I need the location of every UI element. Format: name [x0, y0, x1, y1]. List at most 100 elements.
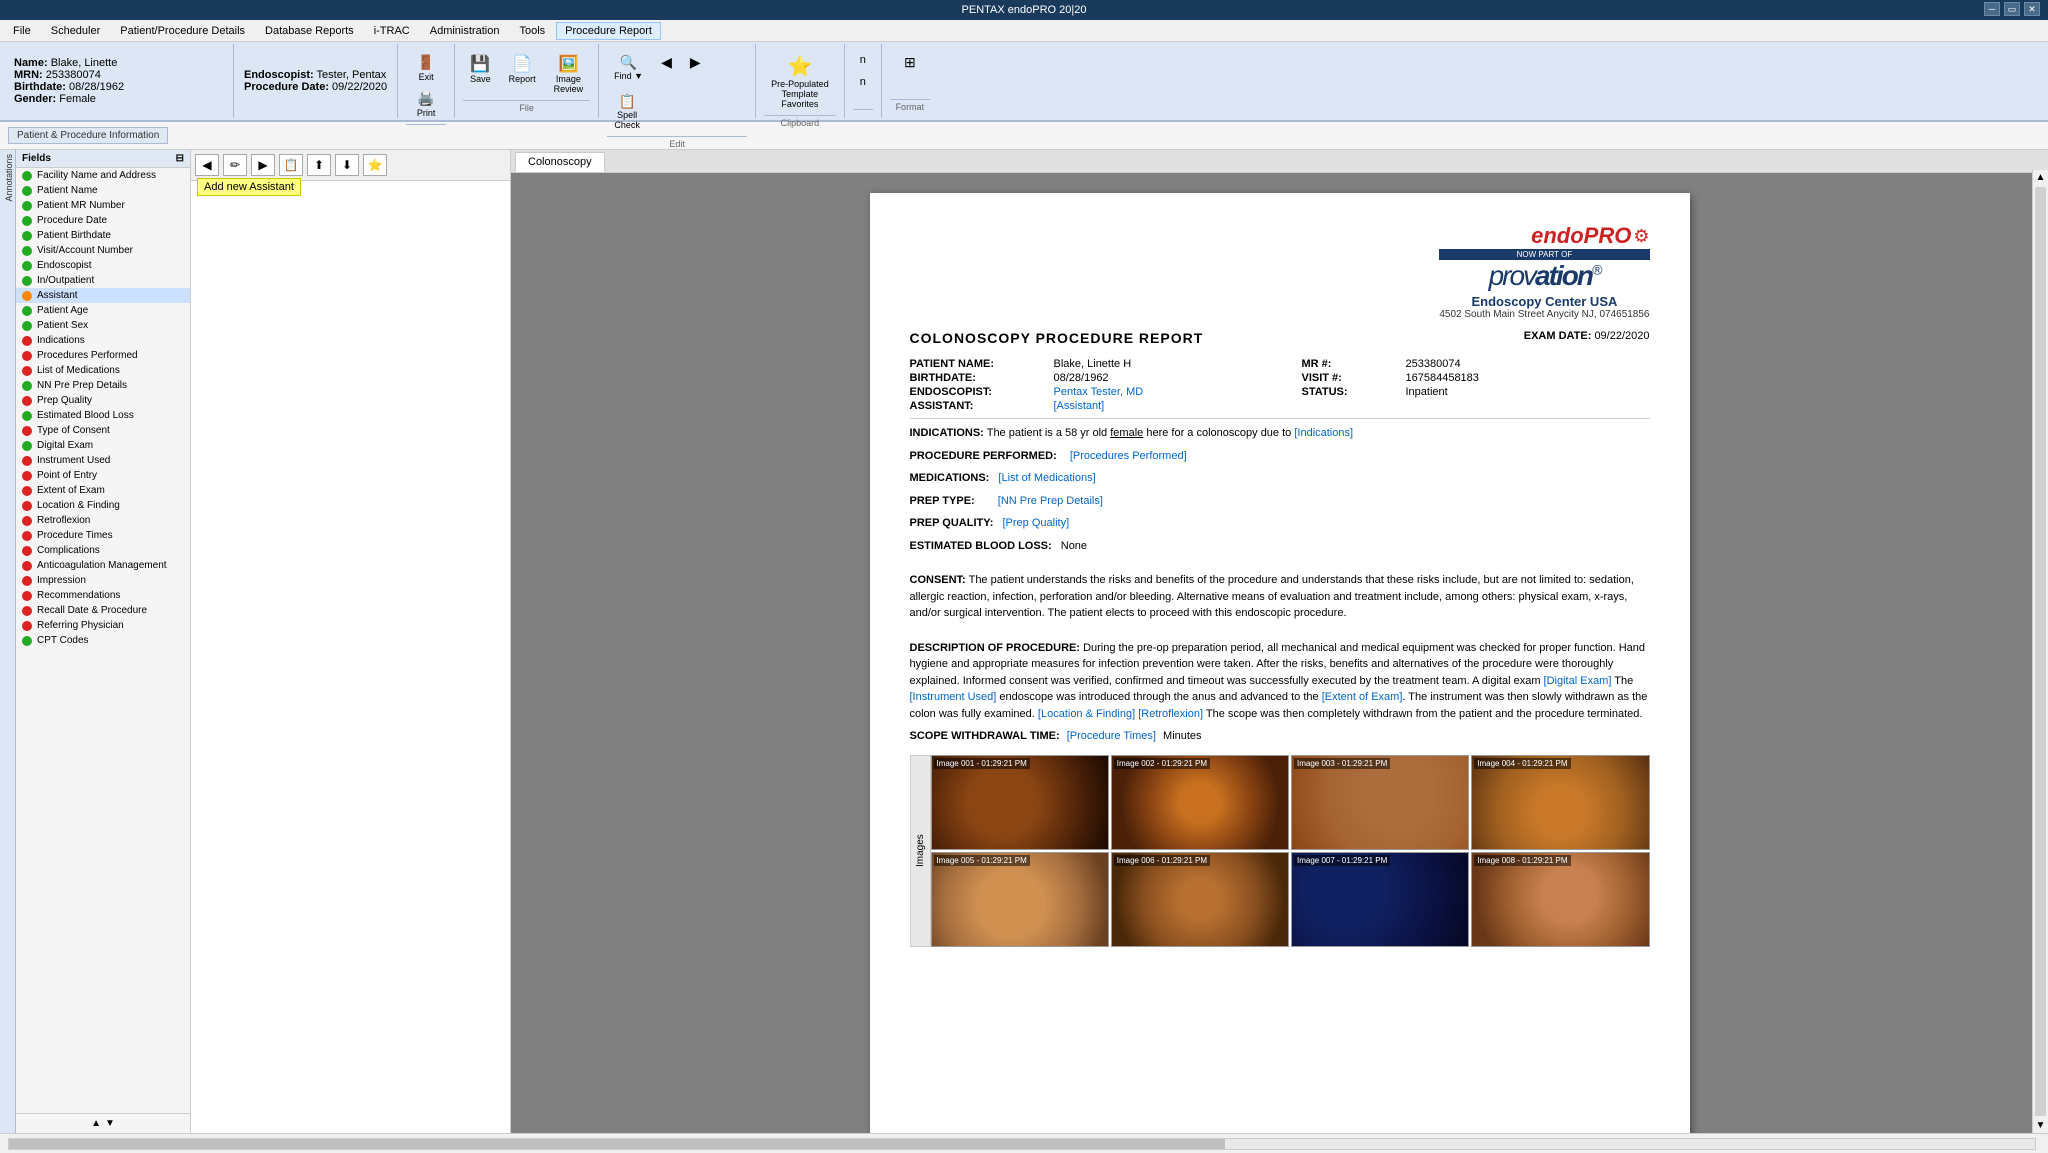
field-point-of-entry[interactable]: Point of Entry [16, 468, 190, 483]
field-patient-name[interactable]: Patient Name [16, 183, 190, 198]
indications-section: INDICATIONS: The patient is a 58 yr old … [910, 425, 1650, 442]
field-prep-quality[interactable]: Prep Quality [16, 393, 190, 408]
field-impression[interactable]: Impression [16, 573, 190, 588]
field-list-medications[interactable]: List of Medications [16, 363, 190, 378]
image-8[interactable]: Image 008 - 01:29:21 PM [1471, 852, 1649, 947]
field-complications[interactable]: Complications [16, 543, 190, 558]
field-facility[interactable]: Facility Name and Address [16, 168, 190, 183]
horizontal-scroll-thumb[interactable] [9, 1139, 1225, 1149]
field-patient-birthdate[interactable]: Patient Birthdate [16, 228, 190, 243]
menu-procedure-report[interactable]: Procedure Report [556, 22, 661, 40]
dot-patient-name [22, 186, 32, 196]
prep-type-section: PREP TYPE: [NN Pre Prep Details] [910, 493, 1650, 510]
field-referring-physician[interactable]: Referring Physician [16, 618, 190, 633]
spell-check-button[interactable]: 📋 SpellCheck [607, 89, 647, 134]
dot-procedure-times [22, 531, 32, 541]
dot-nn-prep [22, 381, 32, 391]
image-3[interactable]: Image 003 - 01:29:21 PM [1291, 755, 1469, 850]
field-patient-mr[interactable]: Patient MR Number [16, 198, 190, 213]
move-up-button[interactable]: ⬆ [307, 154, 331, 176]
field-retroflexion[interactable]: Retroflexion [16, 513, 190, 528]
field-visit-account[interactable]: Visit/Account Number [16, 243, 190, 258]
field-recall-date[interactable]: Recall Date & Procedure [16, 603, 190, 618]
format-n1-button[interactable]: n [853, 50, 873, 70]
field-type-consent[interactable]: Type of Consent [16, 423, 190, 438]
back-button[interactable]: ◀ [654, 50, 679, 85]
nav-forward-button[interactable]: ▶ [251, 154, 275, 176]
save-button[interactable]: 💾 Save [463, 50, 498, 98]
birthdate-value: 08/28/1962 [69, 81, 124, 93]
print-button[interactable]: 🖨️ Print [406, 86, 446, 122]
menu-tools[interactable]: Tools [510, 22, 554, 40]
field-instrument-used[interactable]: Instrument Used [16, 453, 190, 468]
field-procedures-performed[interactable]: Procedures Performed [16, 348, 190, 363]
image-1[interactable]: Image 001 - 01:29:21 PM [931, 755, 1109, 850]
field-patient-age[interactable]: Patient Age [16, 303, 190, 318]
forward-button[interactable]: ▶ [683, 50, 708, 85]
fields-header: Fields ⊟ [16, 150, 190, 168]
endo-pro-line: endoPRO ⚙ [1439, 223, 1649, 249]
star-button[interactable]: ⭐ [363, 154, 387, 176]
scroll-down[interactable]: ▼ [103, 1116, 117, 1131]
scroll-up-arrow[interactable]: ▲ [2033, 170, 2048, 185]
scroll-down-arrow[interactable]: ▼ [2033, 1118, 2048, 1133]
nav-back-button[interactable]: ◀ [195, 154, 219, 176]
horizontal-scrollbar[interactable] [8, 1138, 2036, 1150]
format-table-button[interactable]: ⊞ [890, 50, 930, 75]
field-anticoagulation[interactable]: Anticoagulation Management [16, 558, 190, 573]
exit-button[interactable]: 🚪 Exit [406, 50, 446, 86]
dot-endoscopist [22, 261, 32, 271]
mrn-label: MRN: [14, 69, 43, 81]
image-2-label: Image 002 - 01:29:21 PM [1114, 758, 1210, 769]
dot-facility [22, 171, 32, 181]
field-inoutpatient[interactable]: In/Outpatient [16, 273, 190, 288]
dot-extent-exam [22, 486, 32, 496]
colonoscopy-tab[interactable]: Colonoscopy [515, 152, 605, 172]
report-scrollbar[interactable]: ▲ ▼ [2032, 170, 2048, 1133]
scroll-up[interactable]: ▲ [89, 1116, 103, 1131]
field-procedure-times[interactable]: Procedure Times [16, 528, 190, 543]
field-nn-prep[interactable]: NN Pre Prep Details [16, 378, 190, 393]
field-procedure-date[interactable]: Procedure Date [16, 213, 190, 228]
image-6[interactable]: Image 006 - 01:29:21 PM [1111, 852, 1289, 947]
annotations-tab[interactable]: Annotations [0, 150, 15, 206]
restore-button[interactable]: ▭ [2004, 2, 2020, 16]
add-new-assistant-label[interactable]: Add new Assistant [191, 181, 510, 193]
menu-scheduler[interactable]: Scheduler [42, 22, 110, 40]
menu-patient-procedure[interactable]: Patient/Procedure Details [111, 22, 254, 40]
copy-button[interactable]: 📋 [279, 154, 303, 176]
field-digital-exam[interactable]: Digital Exam [16, 438, 190, 453]
field-indications[interactable]: Indications [16, 333, 190, 348]
move-down-button[interactable]: ⬇ [335, 154, 359, 176]
find-button[interactable]: 🔍 Find ▼ [607, 50, 650, 85]
image-4[interactable]: Image 004 - 01:29:21 PM [1471, 755, 1649, 850]
field-endoscopist[interactable]: Endoscopist [16, 258, 190, 273]
field-assistant[interactable]: Assistant [16, 288, 190, 303]
edit-button[interactable]: ✏ [223, 154, 247, 176]
image-5[interactable]: Image 005 - 01:29:21 PM [931, 852, 1109, 947]
menu-itrac[interactable]: i-TRAC [365, 22, 419, 40]
field-location-finding[interactable]: Location & Finding [16, 498, 190, 513]
format-n2-button[interactable]: n [853, 72, 873, 92]
image-2[interactable]: Image 002 - 01:29:21 PM [1111, 755, 1289, 850]
scroll-thumb[interactable] [2035, 187, 2046, 1116]
field-extent-exam[interactable]: Extent of Exam [16, 483, 190, 498]
fields-list: Facility Name and Address Patient Name P… [16, 168, 190, 1113]
report-button[interactable]: 📄 Report [502, 50, 543, 98]
menu-file[interactable]: File [4, 22, 40, 40]
report-scroll-area[interactable]: endoPRO ⚙ NOW PART OF provation® Endosco… [511, 173, 2048, 1133]
field-cpt-codes[interactable]: CPT Codes [16, 633, 190, 648]
menu-database-reports[interactable]: Database Reports [256, 22, 363, 40]
pre-populated-button[interactable]: ⭐ Pre-PopulatedTemplateFavorites [764, 50, 836, 113]
images-grid-row2: Image 005 - 01:29:21 PM Image 006 - 01:2… [931, 852, 1650, 947]
minimize-button[interactable]: ─ [1984, 2, 2000, 16]
field-blood-loss[interactable]: Estimated Blood Loss [16, 408, 190, 423]
fields-toggle[interactable]: ⊟ [176, 153, 184, 164]
field-patient-sex[interactable]: Patient Sex [16, 318, 190, 333]
field-recommendations[interactable]: Recommendations [16, 588, 190, 603]
menu-administration[interactable]: Administration [421, 22, 509, 40]
image-7[interactable]: Image 007 - 01:29:21 PM [1291, 852, 1469, 947]
image-review-button[interactable]: 🖼️ ImageReview [547, 50, 591, 98]
patient-info-grid: PATIENT NAME: Blake, Linette H MR #: 253… [910, 358, 1650, 412]
close-button[interactable]: ✕ [2024, 2, 2040, 16]
